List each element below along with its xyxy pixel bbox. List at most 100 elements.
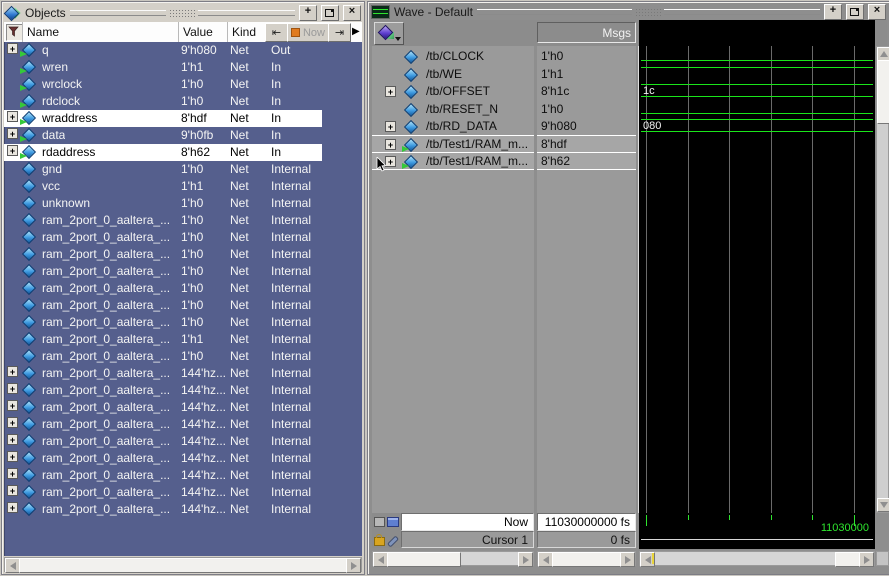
scrollbar-thumb[interactable] xyxy=(877,60,889,124)
expander-icon[interactable]: + xyxy=(7,502,18,513)
now-button[interactable]: Now xyxy=(287,23,329,42)
msgs-column-header[interactable]: Msgs xyxy=(537,22,636,43)
scroll-right-icon[interactable] xyxy=(859,552,874,567)
scroll-right-icon[interactable] xyxy=(620,552,635,567)
table-row[interactable]: +wraddress8'hdfNetIn xyxy=(4,110,362,127)
table-row[interactable]: +ram_2port_0_aaltera_...144'hz...NetInte… xyxy=(4,501,362,518)
header-scroll-right-icon[interactable]: ▶ xyxy=(352,26,360,37)
wave-signal-row[interactable]: +/tb/OFFSET xyxy=(372,82,534,100)
expander-icon[interactable]: + xyxy=(7,111,18,122)
table-row[interactable]: vcc1'h1NetInternal xyxy=(4,178,362,195)
panel-icon[interactable] xyxy=(387,517,399,527)
wave-signal-value-row[interactable]: 8'h62 xyxy=(537,152,636,170)
table-row[interactable]: +ram_2port_0_aaltera_...144'hz...NetInte… xyxy=(4,467,362,484)
scroll-left-icon[interactable] xyxy=(5,558,20,573)
wave-signal-row[interactable]: +/tb/Test1/RAM_m... xyxy=(372,135,534,153)
lock-cursor-icon[interactable] xyxy=(374,537,385,546)
table-row[interactable]: +ram_2port_0_aaltera_...144'hz...NetInte… xyxy=(4,365,362,382)
table-row[interactable]: ram_2port_0_aaltera_...1'h0NetInternal xyxy=(4,314,362,331)
scrollbar-thumb[interactable] xyxy=(552,552,621,567)
table-row[interactable]: ram_2port_0_aaltera_...1'h0NetInternal xyxy=(4,212,362,229)
scrollbar-thumb[interactable] xyxy=(19,558,347,573)
restore-button[interactable] xyxy=(321,5,339,21)
wave-signal-value-row[interactable]: 9'h080 xyxy=(537,117,636,135)
table-row[interactable]: +ram_2port_0_aaltera_...144'hz...NetInte… xyxy=(4,399,362,416)
expander-icon[interactable]: + xyxy=(7,366,18,377)
table-row[interactable]: wrclock1'h0NetIn xyxy=(4,76,362,93)
table-row[interactable]: rdclock1'h0NetIn xyxy=(4,93,362,110)
restore-button[interactable] xyxy=(846,4,864,20)
table-row[interactable]: ram_2port_0_aaltera_...1'h0NetInternal xyxy=(4,280,362,297)
wave-signal-row[interactable]: +/tb/Test1/RAM_m... xyxy=(372,152,534,170)
wave-signal-value-row[interactable]: 1'h1 xyxy=(537,65,636,83)
wave-signal-row[interactable]: /tb/WE xyxy=(372,65,534,83)
expander-icon[interactable]: + xyxy=(7,383,18,394)
table-row[interactable]: +ram_2port_0_aaltera_...144'hz...NetInte… xyxy=(4,450,362,467)
expander-icon[interactable]: + xyxy=(7,451,18,462)
wave-canvas[interactable]: 1c080 xyxy=(638,46,875,513)
table-row[interactable]: ram_2port_0_aaltera_...1'h1NetInternal xyxy=(4,331,362,348)
values-horizontal-scrollbar[interactable] xyxy=(537,551,636,566)
wave-signal-row[interactable]: +/tb/RD_DATA xyxy=(372,117,534,135)
objects-horizontal-scrollbar[interactable] xyxy=(4,557,362,572)
expander-icon[interactable]: + xyxy=(7,145,18,156)
table-row[interactable]: ram_2port_0_aaltera_...1'h0NetInternal xyxy=(4,297,362,314)
close-button[interactable]: × xyxy=(868,4,886,20)
scroll-left-icon[interactable] xyxy=(373,552,388,567)
filter-funnel-icon[interactable] xyxy=(6,24,23,41)
names-horizontal-scrollbar[interactable] xyxy=(372,551,534,566)
wave-titlebar[interactable]: Wave - Default + × xyxy=(370,4,887,19)
display-icon[interactable] xyxy=(374,517,385,527)
scroll-left-icon[interactable] xyxy=(538,552,553,567)
expander-icon[interactable]: + xyxy=(7,434,18,445)
expander-icon[interactable]: + xyxy=(7,128,18,139)
scrollbar-thumb[interactable] xyxy=(387,552,461,567)
previous-transition-button[interactable]: ⇤ xyxy=(265,23,288,42)
expander-icon[interactable]: + xyxy=(7,417,18,428)
table-row[interactable]: ram_2port_0_aaltera_...1'h0NetInternal xyxy=(4,263,362,280)
table-row[interactable]: gnd1'h0NetInternal xyxy=(4,161,362,178)
table-row[interactable]: +ram_2port_0_aaltera_...144'hz...NetInte… xyxy=(4,382,362,399)
cursor-row-label[interactable]: Cursor 1 xyxy=(401,531,534,548)
table-row[interactable]: +ram_2port_0_aaltera_...144'hz...NetInte… xyxy=(4,433,362,450)
column-header-name[interactable]: Name xyxy=(27,25,59,39)
expander-icon[interactable]: + xyxy=(385,139,396,150)
wave-signal-row[interactable]: /tb/RESET_N xyxy=(372,100,534,118)
expander-icon[interactable]: + xyxy=(385,86,396,97)
wave-signal-value-row[interactable]: 1'h0 xyxy=(537,47,636,65)
expander-icon[interactable]: + xyxy=(7,485,18,496)
wave-signal-value-row[interactable]: 8'h1c xyxy=(537,82,636,100)
expander-icon[interactable]: + xyxy=(7,43,18,54)
header-separator[interactable] xyxy=(178,22,179,42)
undock-add-button[interactable]: + xyxy=(299,5,317,21)
table-row[interactable]: wren1'h1NetIn xyxy=(4,59,362,76)
expander-icon[interactable]: + xyxy=(7,400,18,411)
signal-group-dropdown-button[interactable] xyxy=(374,22,404,45)
table-row[interactable]: +data9'h0fbNetIn xyxy=(4,127,362,144)
cursor-properties-icon[interactable] xyxy=(387,535,399,547)
column-header-value[interactable]: Value xyxy=(183,25,213,39)
next-transition-button[interactable]: ⇥ xyxy=(328,23,351,42)
scroll-up-icon[interactable] xyxy=(877,47,889,61)
header-separator[interactable] xyxy=(227,22,228,42)
column-header-kind[interactable]: Kind xyxy=(232,25,256,39)
table-row[interactable]: +ram_2port_0_aaltera_...144'hz...NetInte… xyxy=(4,484,362,501)
table-row[interactable]: +q9'h080NetOut xyxy=(4,42,362,59)
scroll-right-icon[interactable] xyxy=(518,552,533,567)
wave-timeline[interactable]: 11030000 xyxy=(639,513,875,549)
wave-signal-value-row[interactable]: 1'h0 xyxy=(537,100,636,118)
close-button[interactable]: × xyxy=(343,5,361,21)
undock-add-button[interactable]: + xyxy=(824,4,842,20)
table-row[interactable]: ram_2port_0_aaltera_...1'h0NetInternal xyxy=(4,348,362,365)
scroll-down-icon[interactable] xyxy=(877,498,889,512)
table-row[interactable]: ram_2port_0_aaltera_...1'h0NetInternal xyxy=(4,229,362,246)
expander-icon[interactable]: + xyxy=(385,121,396,132)
scrollbar-thumb[interactable] xyxy=(835,552,861,567)
wave-signal-row[interactable]: /tb/CLOCK xyxy=(372,47,534,65)
objects-titlebar[interactable]: Objects + × xyxy=(4,4,362,21)
titlebar-grip[interactable] xyxy=(70,9,295,17)
wave-signal-value-row[interactable]: 8'hdf xyxy=(537,135,636,153)
wave-horizontal-scrollbar[interactable] xyxy=(639,551,875,566)
wave-vertical-scrollbar[interactable] xyxy=(876,46,889,513)
table-row[interactable]: ram_2port_0_aaltera_...1'h0NetInternal xyxy=(4,246,362,263)
